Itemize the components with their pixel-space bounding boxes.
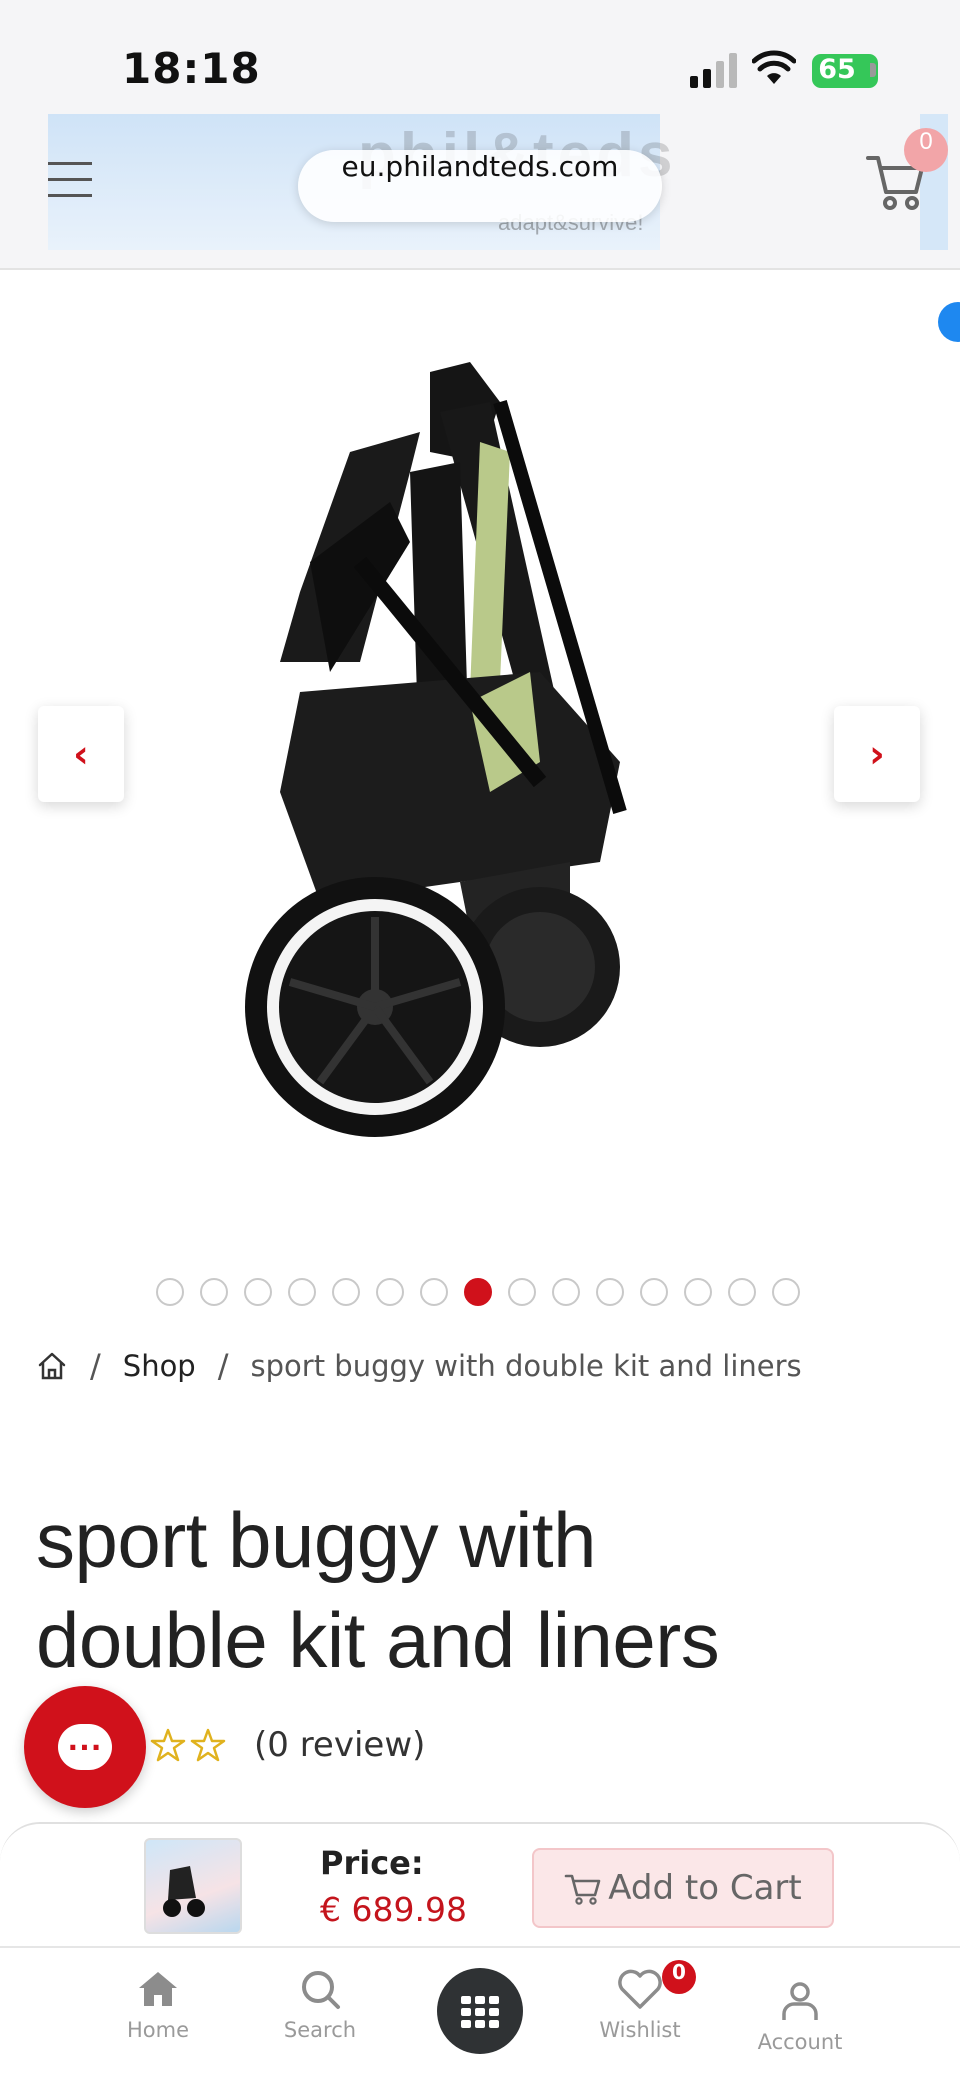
battery-indicator: 65	[812, 54, 878, 88]
battery-tip	[870, 63, 876, 77]
product-title: sport buggy with double kit and liners	[36, 1490, 916, 1690]
bottom-navigation: Home Search Wishlist 0 Account	[0, 1946, 960, 2081]
heart-icon	[618, 1969, 662, 2009]
browser-url-bar[interactable]: eu.philandteds.com	[298, 150, 662, 222]
user-icon	[782, 1982, 818, 2020]
gallery-dot[interactable]	[684, 1278, 712, 1306]
nav-account[interactable]: Account	[730, 1980, 870, 2054]
chat-icon: ...	[58, 1724, 112, 1770]
thumbnail-buggy-graphic	[163, 1866, 205, 1917]
hamburger-icon[interactable]	[48, 162, 94, 202]
price-value: € 689.98	[320, 1890, 467, 1929]
search-icon	[302, 1971, 340, 2009]
gallery-dot[interactable]	[288, 1278, 316, 1306]
product-image[interactable]	[240, 342, 740, 1152]
review-count[interactable]: (0 review)	[254, 1725, 425, 1765]
grid-icon	[461, 1996, 499, 2028]
gallery-next-button[interactable]: ›	[834, 706, 920, 802]
cart-count-badge: 0	[904, 128, 948, 172]
star-icon	[150, 1728, 186, 1762]
gallery-dot[interactable]	[772, 1278, 800, 1306]
site-header: phil&teds adapt&survive! eu.philandteds.…	[0, 110, 960, 270]
add-to-cart-label: Add to Cart	[608, 1868, 802, 1908]
nav-wishlist-label: Wishlist	[599, 2018, 681, 2042]
wifi-icon	[752, 50, 796, 84]
menu-grid-button[interactable]	[437, 1968, 523, 2054]
gallery-dot[interactable]	[596, 1278, 624, 1306]
chat-button[interactable]: ...	[24, 1686, 146, 1808]
star-icon	[190, 1728, 226, 1762]
gallery-dot[interactable]	[464, 1278, 492, 1306]
gallery-dot[interactable]	[244, 1278, 272, 1306]
breadcrumb-separator: /	[90, 1347, 101, 1385]
gallery-dot[interactable]	[200, 1278, 228, 1306]
floating-indicator	[938, 302, 960, 342]
product-title-line-1: sport buggy with	[36, 1496, 596, 1584]
home-icon	[139, 1972, 177, 2006]
gallery-dot[interactable]	[420, 1278, 448, 1306]
gallery-dot[interactable]	[640, 1278, 668, 1306]
sticky-cart-bar: Price: € 689.98 Add to Cart	[0, 1822, 960, 1946]
nav-search-label: Search	[283, 2018, 357, 2042]
breadcrumb-shop-link[interactable]: Shop	[123, 1349, 196, 1383]
nav-account-label: Account	[757, 2030, 843, 2054]
gallery-prev-button[interactable]: ‹	[38, 706, 124, 802]
home-icon[interactable]	[36, 1350, 68, 1382]
product-thumbnail	[144, 1838, 242, 1934]
gallery-dot[interactable]	[376, 1278, 404, 1306]
product-title-line-2: double kit and liners	[36, 1596, 720, 1684]
price-label: Price:	[320, 1844, 424, 1882]
battery-level: 65	[818, 54, 856, 85]
cellular-signal-icon	[690, 53, 737, 88]
product-rating: (0 review)	[150, 1720, 425, 1770]
status-bar: 18:18 65	[0, 0, 960, 110]
gallery-dot[interactable]	[156, 1278, 184, 1306]
gallery-dot[interactable]	[728, 1278, 756, 1306]
gallery-dot[interactable]	[552, 1278, 580, 1306]
add-to-cart-button[interactable]: Add to Cart	[532, 1848, 834, 1928]
nav-home[interactable]: Home	[88, 1968, 228, 2042]
gallery-dot[interactable]	[332, 1278, 360, 1306]
cart-icon	[564, 1874, 601, 1905]
product-gallery: ‹ ›	[0, 272, 960, 1306]
breadcrumb-separator: /	[217, 1347, 229, 1385]
gallery-pagination	[156, 1278, 800, 1308]
status-time: 18:18	[122, 44, 261, 93]
wishlist-count-badge: 0	[662, 1960, 696, 1994]
breadcrumb: / Shop / sport buggy with double kit and…	[36, 1346, 802, 1386]
gallery-dot[interactable]	[508, 1278, 536, 1306]
nav-home-label: Home	[126, 2018, 189, 2042]
breadcrumb-current: sport buggy with double kit and liners	[250, 1349, 802, 1383]
nav-search[interactable]: Search	[250, 1968, 390, 2042]
